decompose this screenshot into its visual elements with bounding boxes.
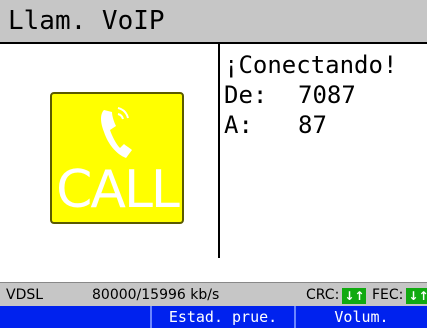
phone-handset-icon — [101, 107, 132, 158]
crc-status: CRC: ↓↑ — [306, 284, 367, 306]
from-label: De: — [224, 81, 268, 109]
connection-status-row: ¡Conectando! — [224, 50, 424, 80]
fec-label: FEC: — [372, 287, 404, 303]
to-number: 87 — [298, 111, 327, 139]
data-rate: 80000/15996 kb/s — [92, 287, 220, 303]
softkey-test-stats[interactable]: Estad. prue. — [150, 306, 294, 328]
fec-status: FEC: ↓↑ — [372, 284, 427, 306]
to-label: A: — [224, 111, 253, 139]
softkey-1[interactable] — [0, 306, 150, 328]
from-number: 7087 — [298, 81, 356, 109]
title-bar: Llam. VoIP — [0, 0, 427, 44]
to-row: A: 87 — [224, 110, 424, 140]
call-info: ¡Conectando! De: 7087 A: 87 — [224, 50, 424, 140]
crc-lock-icon: ↓↑ — [342, 288, 367, 304]
crc-label: CRC: — [306, 287, 340, 303]
page-title: Llam. VoIP — [8, 6, 165, 36]
vertical-divider — [218, 44, 220, 258]
main-panel: CALL ¡Conectando! De: 7087 A: 87 — [0, 44, 427, 282]
call-label: CALL — [56, 160, 180, 220]
connection-status: ¡Conectando! — [224, 51, 398, 79]
status-bar: VDSL 80000/15996 kb/s CRC: ↓↑ FEC: ↓↑ — [0, 282, 427, 306]
softkey-bar: Estad. prue. Volum. — [0, 306, 427, 328]
fec-lock-icon: ↓↑ — [406, 288, 427, 304]
from-row: De: 7087 — [224, 80, 424, 110]
interface-type: VDSL — [6, 287, 44, 303]
call-button[interactable]: CALL — [50, 92, 184, 224]
softkey-volume[interactable]: Volum. — [294, 306, 427, 328]
